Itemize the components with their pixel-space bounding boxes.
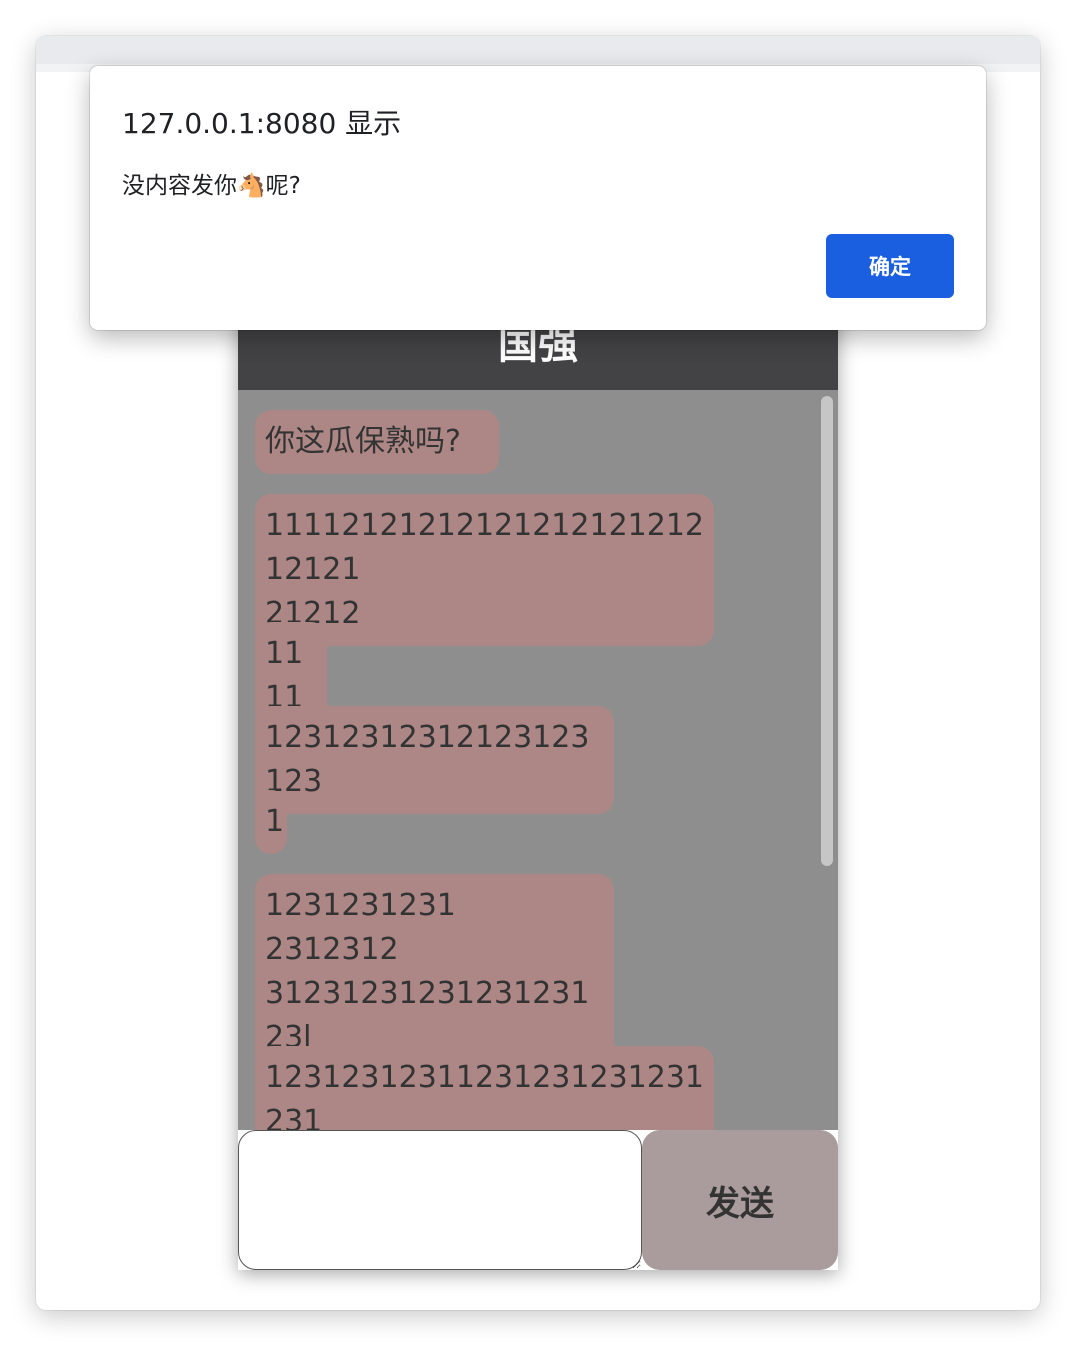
dialog-title: 127.0.0.1:8080 显示 — [122, 107, 402, 140]
ok-button[interactable]: 确定 — [826, 234, 954, 298]
chat-panel: 国强 你这瓜保熟吗? 1111212121212121212121212121 2… — [238, 290, 838, 1270]
message-bubble: 1111212121212121212121212121 21212 — [255, 494, 714, 646]
browser-window: 国强 你这瓜保熟吗? 1111212121212121212121212121 2… — [36, 36, 1040, 1310]
message-bubble: 你这瓜保熟吗? — [255, 410, 499, 474]
dialog-message: 没内容发你🐴呢? — [122, 173, 301, 199]
send-button[interactable]: 发送 — [642, 1130, 838, 1270]
message-bubble: 12312312312123123123 — [255, 706, 614, 814]
alert-dialog: 127.0.0.1:8080 显示 没内容发你🐴呢? 确定 — [90, 66, 986, 330]
message-scrollbar[interactable] — [819, 396, 834, 1124]
message-bubble: 1231231231123123123123123123123123123 — [255, 1046, 714, 1130]
scrollbar-thumb[interactable] — [821, 396, 833, 866]
message-bubble: 1 — [255, 790, 287, 854]
compose-bar: 发送 — [238, 1130, 838, 1270]
message-bubble: 1231231231 2312312 3123123123123123123l — [255, 874, 614, 1070]
message-input[interactable] — [238, 1130, 642, 1270]
message-list[interactable]: 你这瓜保熟吗? 1111212121212121212121212121 2121… — [238, 390, 838, 1130]
